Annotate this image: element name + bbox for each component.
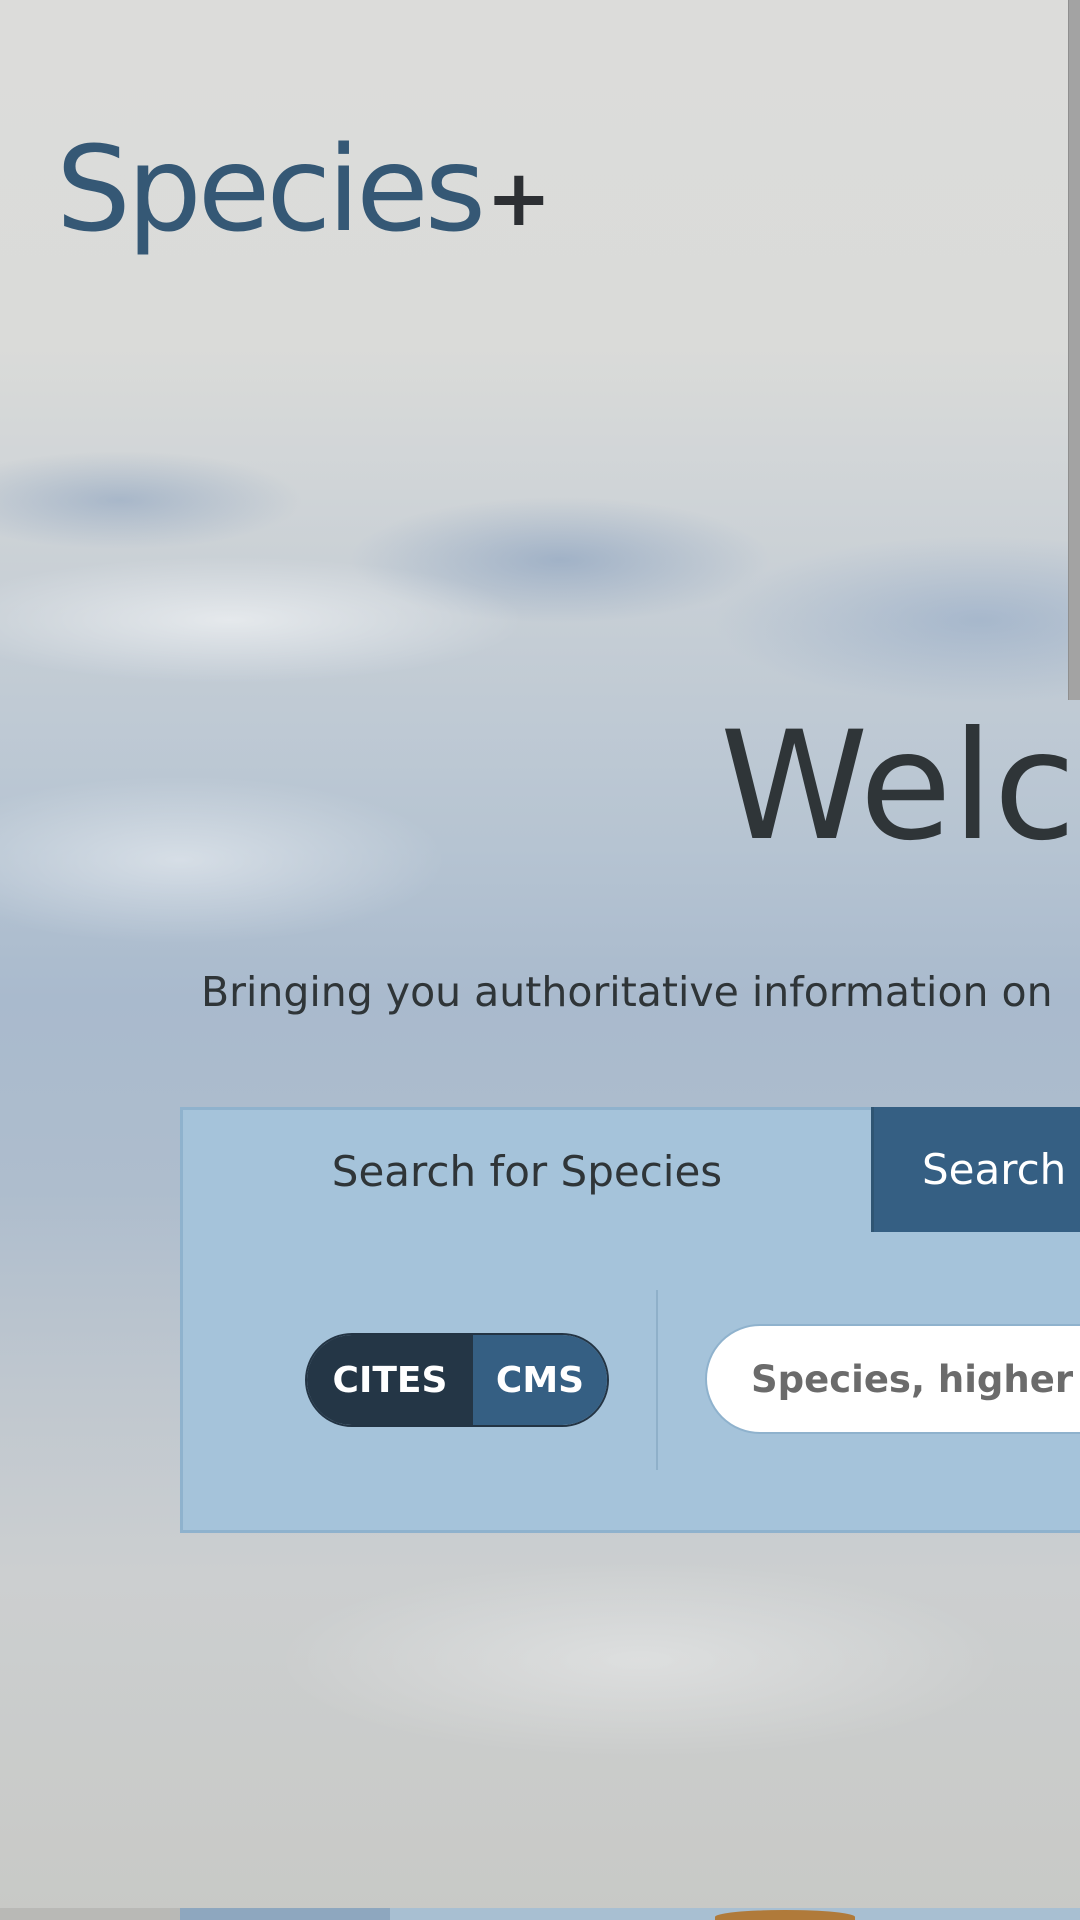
page: Species + Welco Bringing you authoritati… <box>0 0 1080 1920</box>
tab-search-species[interactable]: Search for Species <box>183 1110 871 1232</box>
bottom-image-strip <box>0 1908 1080 1920</box>
species-search-input[interactable]: Species, higher ta <box>705 1324 1080 1434</box>
scrollbar[interactable] <box>1068 0 1080 700</box>
toggle-cms-button[interactable]: CMS <box>473 1335 607 1425</box>
logo-plus-icon: + <box>486 154 552 244</box>
divider <box>656 1290 658 1470</box>
welcome-heading: Welco <box>720 700 1080 874</box>
tagline: Bringing you authoritative information o… <box>201 968 1053 1016</box>
site-logo[interactable]: Species + <box>56 130 552 248</box>
database-toggle: CITES CMS <box>305 1333 609 1427</box>
search-panel: Search for Species Search f CITES CMS Sp… <box>180 1107 1080 1533</box>
toggle-cites-button[interactable]: CITES <box>307 1335 473 1425</box>
bottom-tab-a <box>0 1908 180 1920</box>
tab-search-other[interactable]: Search f <box>871 1107 1080 1232</box>
animal-photo-edge <box>715 1910 855 1920</box>
bottom-tab-b <box>180 1908 390 1920</box>
search-placeholder: Species, higher ta <box>751 1357 1080 1401</box>
logo-wordmark: Species <box>56 120 486 258</box>
